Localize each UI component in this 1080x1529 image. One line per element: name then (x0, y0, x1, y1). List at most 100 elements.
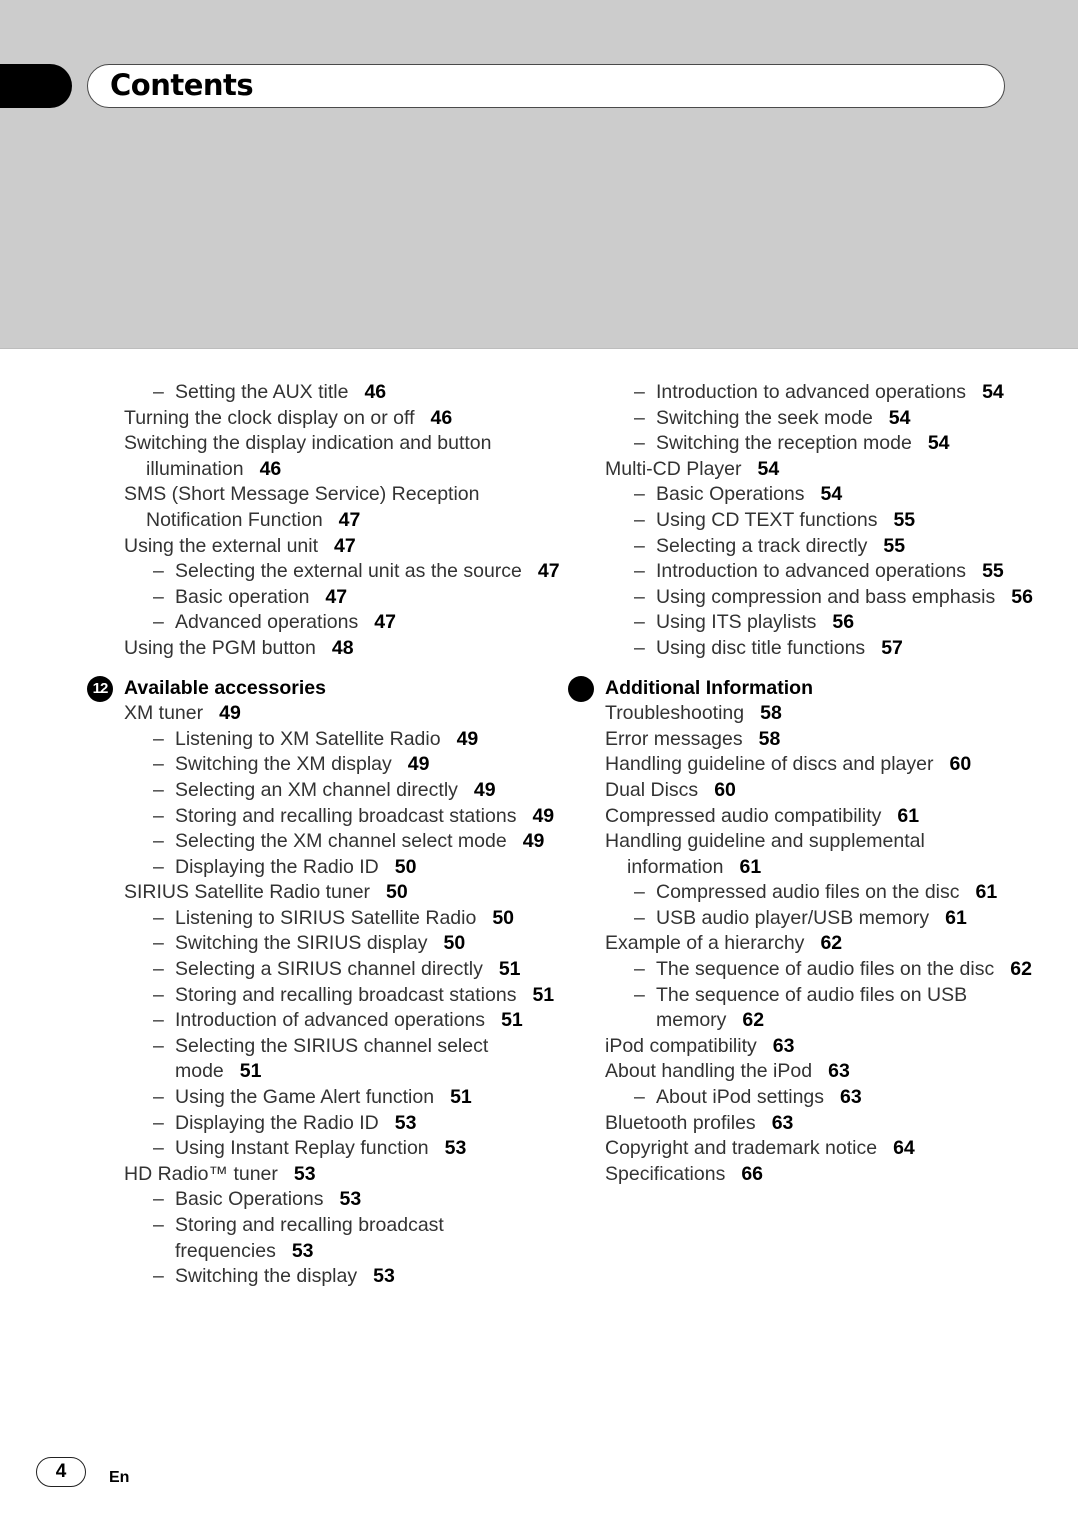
toc-entry-title: Troubleshooting (605, 702, 745, 725)
toc-subentry[interactable]: – Listening to XM Satellite Radio 49 (124, 727, 564, 753)
toc-entry[interactable]: Turning the clock display on or off 46 (124, 406, 564, 432)
toc-subentry[interactable]: – Advanced operations 47 (124, 610, 564, 636)
toc-subentry[interactable]: – Displaying the Radio ID 50 (124, 855, 564, 881)
toc-page-number: 61 (945, 906, 967, 929)
dash-bullet-icon: – (153, 958, 164, 981)
toc-entry-title: Using compression and bass emphasis (656, 585, 996, 608)
toc-entry[interactable]: Handling guideline of discs and player 60 (605, 752, 1045, 778)
dash-bullet-icon: – (153, 932, 164, 955)
toc-subentry[interactable]: – Selecting a SIRIUS channel directly 51 (124, 957, 564, 983)
toc-entry-title: Listening to SIRIUS Satellite Radio (175, 906, 477, 929)
toc-subentry[interactable]: – Using ITS playlists 56 (605, 610, 1045, 636)
toc-entry[interactable]: Error messages 58 (605, 727, 1045, 753)
toc-entry[interactable]: HD Radio™ tuner 53 (124, 1162, 564, 1188)
toc-entry-title: Bluetooth profiles (605, 1111, 756, 1134)
toc-subentry[interactable]: – Using Instant Replay function 53 (124, 1136, 564, 1162)
toc-subentry[interactable]: – Introduction to advanced operations 54 (605, 380, 1045, 406)
toc-entry[interactable]: Using the PGM button 48 (124, 636, 564, 662)
dash-bullet-icon: – (153, 1009, 164, 1032)
toc-entry-title: Displaying the Radio ID (175, 855, 379, 878)
toc-subentry[interactable]: – The sequence of audio files on USB memo… (605, 983, 1045, 1034)
toc-subentry[interactable]: – Switching the display 53 (124, 1264, 564, 1290)
toc-subentry[interactable]: – Compressed audio files on the disc 61 (605, 880, 1045, 906)
toc-entry-title: Introduction of advanced operations (175, 1009, 486, 1032)
toc-entry[interactable]: Copyright and trademark notice 64 (605, 1136, 1045, 1162)
toc-entry[interactable]: SIRIUS Satellite Radio tuner 50 (124, 880, 564, 906)
toc-page-number: 47 (325, 585, 348, 608)
dash-bullet-icon: – (153, 585, 164, 608)
section-heading[interactable]: Additional Information (568, 675, 1045, 702)
toc-entry[interactable]: Bluetooth profiles 63 (605, 1111, 1045, 1137)
toc-entry-title: Compressed audio compatibility (605, 804, 882, 827)
toc-page-number: 46 (364, 381, 387, 403)
toc-entry[interactable]: Troubleshooting 58 (605, 701, 1045, 727)
dash-bullet-icon: – (634, 406, 645, 429)
toc-subentry[interactable]: – Storing and recalling broadcast station… (124, 804, 564, 830)
toc-subentry[interactable]: – Storing and recalling broadcast frequen… (124, 1213, 564, 1264)
section-number-badge-icon: 12 (87, 675, 113, 702)
toc-entry[interactable]: XM tuner 49 (124, 701, 564, 727)
toc-entry[interactable]: Example of a hierarchy 62 (605, 931, 1045, 957)
toc-entry[interactable]: Multi-CD Player 54 (605, 457, 1045, 483)
toc-subentry[interactable]: – Displaying the Radio ID 53 (124, 1111, 564, 1137)
dash-bullet-icon: – (153, 1137, 164, 1160)
toc-subentry[interactable]: – Setting the AUX title 46 (124, 380, 564, 406)
toc-subentry[interactable]: – Using the Game Alert function 51 (124, 1085, 564, 1111)
toc-entry[interactable]: Using the external unit 47 (124, 534, 564, 560)
toc-page-number: 46 (259, 457, 282, 480)
toc-entry[interactable]: Specifications 66 (605, 1162, 1045, 1188)
toc-entry-title: Selecting the external unit as the sourc… (175, 560, 522, 583)
toc-subentry[interactable]: – Using CD TEXT functions 55 (605, 508, 1045, 534)
toc-entry[interactable]: Compressed audio compatibility 61 (605, 804, 1045, 830)
dash-bullet-icon: – (153, 906, 164, 929)
dash-bullet-icon: – (153, 778, 164, 801)
section-heading[interactable]: 12 Available accessories (87, 675, 564, 702)
toc-subentry[interactable]: – Switching the seek mode 54 (605, 406, 1045, 432)
toc-subentry[interactable]: – Selecting an XM channel directly 49 (124, 778, 564, 804)
toc-entry-title: Switching the seek mode (656, 406, 873, 429)
toc-entry[interactable]: Switching the display indication and but… (124, 431, 564, 482)
toc-subentry[interactable]: – Basic operation 47 (124, 585, 564, 611)
toc-subentry[interactable]: – Switching the XM display 49 (124, 752, 564, 778)
toc-page-number: 51 (498, 958, 521, 981)
toc-subentry[interactable]: – Using disc title functions 57 (605, 636, 1045, 662)
toc-subentry[interactable]: – About iPod settings 63 (605, 1085, 1045, 1111)
dash-bullet-icon: – (634, 611, 645, 634)
toc-page-number: 58 (758, 727, 781, 750)
toc-subentry[interactable]: – USB audio player/USB memory 61 (605, 906, 1045, 932)
toc-page-number: 54 (888, 406, 911, 429)
toc-page-number: 63 (828, 1060, 850, 1083)
toc-entry[interactable]: About handling the iPod 63 (605, 1059, 1045, 1085)
toc-entry-title: Storing and recalling broadcast stations (175, 804, 517, 827)
toc-subentry[interactable]: – Selecting the XM channel select mode 49 (124, 829, 564, 855)
toc-subentry[interactable]: – Listening to SIRIUS Satellite Radio 50 (124, 906, 564, 932)
section-title: Additional Information (605, 676, 813, 699)
toc-entry-title: Using the external unit (124, 534, 319, 557)
toc-entry-title: XM tuner (124, 702, 204, 725)
toc-entry-title: Listening to XM Satellite Radio (175, 727, 441, 750)
toc-subentry[interactable]: – Switching the reception mode 54 (605, 431, 1045, 457)
toc-page-number: 57 (881, 636, 903, 659)
toc-subentry[interactable]: – Selecting the SIRIUS channel select mod… (124, 1034, 564, 1085)
toc-subentry[interactable]: – Introduction to advanced operations 55 (605, 559, 1045, 585)
toc-subentry[interactable]: – Basic Operations 54 (605, 482, 1045, 508)
toc-entry[interactable]: Handling guideline and supplemental info… (605, 829, 1045, 880)
toc-entry-title: Multi-CD Player (605, 457, 742, 480)
toc-left-column: – Setting the AUX title 46 Turning the cloc… (87, 380, 564, 1290)
toc-entry[interactable]: Dual Discs 60 (605, 778, 1045, 804)
toc-subentry[interactable]: – Using compression and bass emphasis 56 (605, 585, 1045, 611)
toc-subentry[interactable]: – The sequence of audio files on the disc… (605, 957, 1045, 983)
chapter-tab (0, 64, 72, 108)
toc-subentry[interactable]: – Storing and recalling broadcast station… (124, 983, 564, 1009)
toc-subentry[interactable]: – Switching the SIRIUS display 50 (124, 931, 564, 957)
toc-subentry[interactable]: – Basic Operations 53 (124, 1187, 564, 1213)
toc-subentry[interactable]: – Selecting the external unit as the sour… (124, 559, 564, 585)
toc-subentry[interactable]: – Introduction of advanced operations 51 (124, 1008, 564, 1034)
toc-entry[interactable]: SMS (Short Message Service) Reception No… (124, 482, 564, 533)
dash-bullet-icon: – (153, 611, 164, 634)
toc-entry[interactable]: iPod compatibility 63 (605, 1034, 1045, 1060)
toc-page-number: 53 (373, 1265, 395, 1288)
toc-page-number: 64 (893, 1137, 915, 1160)
dash-bullet-icon: – (153, 855, 164, 878)
toc-subentry[interactable]: – Selecting a track directly 55 (605, 534, 1045, 560)
